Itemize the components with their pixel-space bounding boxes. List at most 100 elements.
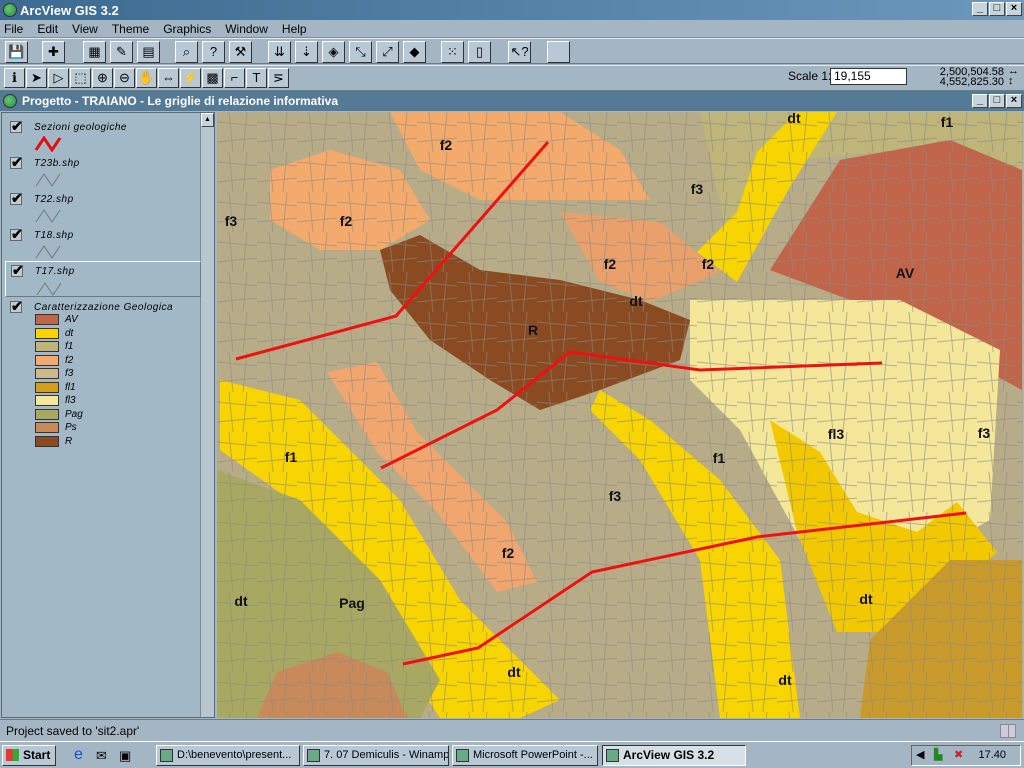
open-table-button[interactable]: ▤ <box>137 41 160 63</box>
help-button[interactable]: ↖? <box>508 41 531 63</box>
open-table-icon: ▤ <box>142 44 155 59</box>
layer-visibility-checkbox[interactable]: ✔ <box>10 299 23 313</box>
view-minimize-button[interactable]: _ <box>972 94 988 108</box>
menu-file[interactable]: File <box>4 22 23 36</box>
add-theme-button[interactable]: ✚ <box>42 41 65 63</box>
pan-button[interactable]: ✋ <box>136 68 157 88</box>
zoom-selected-icon: ◈ <box>328 44 339 59</box>
legend-label: Pag <box>65 408 83 420</box>
measure-button[interactable]: ⇔ <box>158 68 179 88</box>
zoom-active-themes-button[interactable]: ⇣ <box>295 41 318 63</box>
view-close-button[interactable]: × <box>1006 94 1022 108</box>
save-button[interactable]: 💾 <box>5 41 28 63</box>
select-none-button[interactable]: ⁙ <box>441 41 464 63</box>
toc-scrollbar[interactable]: ▲ <box>200 113 214 717</box>
zoom-in-button[interactable]: ⊕ <box>92 68 113 88</box>
theme-properties-button[interactable]: ▦ <box>83 41 106 63</box>
zoom-out-fixed-button[interactable]: ⤢ <box>376 41 399 63</box>
layer-visibility-checkbox[interactable]: ✔ <box>11 263 24 277</box>
add-theme-icon: ✚ <box>48 44 59 59</box>
legend-swatch <box>35 341 59 352</box>
map-unit-label: f2 <box>440 137 453 153</box>
map-unit-label: dt <box>778 672 792 688</box>
start-button[interactable]: Start <box>2 745 56 766</box>
volume-icon[interactable]: ◀ <box>916 746 924 765</box>
pointer-button[interactable]: ➤ <box>26 68 47 88</box>
menu-graphics[interactable]: Graphics <box>163 22 211 36</box>
close-button[interactable]: × <box>1006 2 1022 16</box>
menu-theme[interactable]: Theme <box>112 22 149 36</box>
blank-button-button[interactable] <box>547 41 570 63</box>
taskbar-task[interactable]: ArcView GIS 3.2 <box>602 745 746 766</box>
task-label: 7. 07 Demiculis - Winamp <box>324 749 449 761</box>
find-button[interactable]: ⌕ <box>175 41 198 63</box>
document-title-bar: Progetto - TRAIANO - Le griglie di relaz… <box>0 91 1024 111</box>
text-icon: T <box>252 70 261 85</box>
text-button[interactable]: T <box>246 68 267 88</box>
label-button[interactable]: ⌐ <box>224 68 245 88</box>
disconnected-icon[interactable]: ✖ <box>954 746 963 765</box>
taskbar-task[interactable]: D:\benevento\present... <box>156 745 300 766</box>
scale-input[interactable]: 19,155 <box>830 68 907 85</box>
line-symbol-icon <box>36 282 62 296</box>
edit-legend-button[interactable]: ✎ <box>110 41 133 63</box>
zoom-full-extent-button[interactable]: ⇊ <box>268 41 291 63</box>
taskbar-task[interactable]: Microsoft PowerPoint -... <box>452 745 598 766</box>
edit-legend-icon: ✎ <box>116 44 127 59</box>
legend-swatch <box>35 354 59 366</box>
zoom-previous-icon: ◆ <box>409 44 420 59</box>
show-desktop-icon[interactable]: ▣ <box>119 748 131 764</box>
resize-grip-icon[interactable] <box>1000 724 1016 738</box>
button-bar: 💾 ✚ ▦ ✎ ▤ ⌕? ⚒ ⇊ ⇣ ◈ ⤡ ⤢ ◆ ⁙ ▯ ↖? <box>0 38 1024 64</box>
legend-item: f3 <box>35 368 73 379</box>
locate-address-icon: ? <box>209 44 218 59</box>
select-feature-button[interactable]: ⬚ <box>70 68 91 88</box>
layer-name: T17.shp <box>35 266 75 277</box>
area-select-button[interactable]: ▩ <box>202 68 223 88</box>
layer-visibility-checkbox[interactable]: ✔ <box>10 227 23 241</box>
layout-button[interactable]: ▯ <box>468 41 491 63</box>
map-unit-label: f3 <box>691 181 704 197</box>
view-maximize-button[interactable]: □ <box>989 94 1005 108</box>
vertex-edit-icon: ▷ <box>53 70 64 85</box>
menu-view[interactable]: View <box>72 22 98 36</box>
zoom-out-button[interactable]: ⊖ <box>114 68 135 88</box>
draw-button[interactable]: ⋝ <box>268 68 289 88</box>
outlook-express-icon[interactable]: ✉ <box>96 748 107 764</box>
legend-label: R <box>65 435 73 447</box>
toc-layer[interactable]: ✔ T17.shp <box>5 261 201 297</box>
scroll-up-arrow[interactable]: ▲ <box>201 113 214 127</box>
map-canvas[interactable]: f2 f3 f1 dt f3 f2 f2 f2 AV dt Rfl3 f3 f1 f1 f3 f2 dt dt Pa… <box>217 112 1023 718</box>
measure-icon: ⇔ <box>162 70 175 85</box>
maximize-button[interactable]: □ <box>989 2 1005 16</box>
zoom-in-fixed-button[interactable]: ⤡ <box>349 41 372 63</box>
internet-explorer-icon[interactable]: e <box>74 746 83 764</box>
minimize-button[interactable]: _ <box>972 2 988 16</box>
status-bar: Project saved to 'sit2.apr' <box>0 719 1024 741</box>
layer-visibility-checkbox[interactable]: ✔ <box>10 155 23 169</box>
legend-item: fl3 <box>35 395 76 406</box>
line-symbol-icon <box>34 136 62 152</box>
map-unit-label: f1 <box>713 450 726 466</box>
hotlink-button[interactable]: ⚡ <box>180 68 201 88</box>
winamp-icon <box>307 749 320 762</box>
menu-help[interactable]: Help <box>282 22 307 36</box>
legend-item: R <box>35 435 73 447</box>
map-unit-label: f3 <box>978 425 991 441</box>
zoom-selected-button[interactable]: ◈ <box>322 41 345 63</box>
locate-address-button[interactable]: ? <box>202 41 225 63</box>
legend-swatch <box>35 368 59 379</box>
zoom-previous-button[interactable]: ◆ <box>403 41 426 63</box>
network-icon[interactable]: ▙ <box>934 746 942 765</box>
zoom-in-fixed-icon: ⤡ <box>355 44 366 59</box>
menu-edit[interactable]: Edit <box>37 22 58 36</box>
query-builder-button[interactable]: ⚒ <box>229 41 252 63</box>
taskbar-task[interactable]: 7. 07 Demiculis - Winamp <box>303 745 449 766</box>
vertex-edit-button[interactable]: ▷ <box>48 68 69 88</box>
layer-visibility-checkbox[interactable]: ✔ <box>10 119 23 133</box>
menu-window[interactable]: Window <box>225 22 268 36</box>
layer-visibility-checkbox[interactable]: ✔ <box>10 191 23 205</box>
status-text: Project saved to 'sit2.apr' <box>6 724 140 738</box>
identify-button[interactable]: ℹ <box>4 68 25 88</box>
coordinate-readout: 2,500,504.58 4,552,825.30 <box>938 67 1004 88</box>
